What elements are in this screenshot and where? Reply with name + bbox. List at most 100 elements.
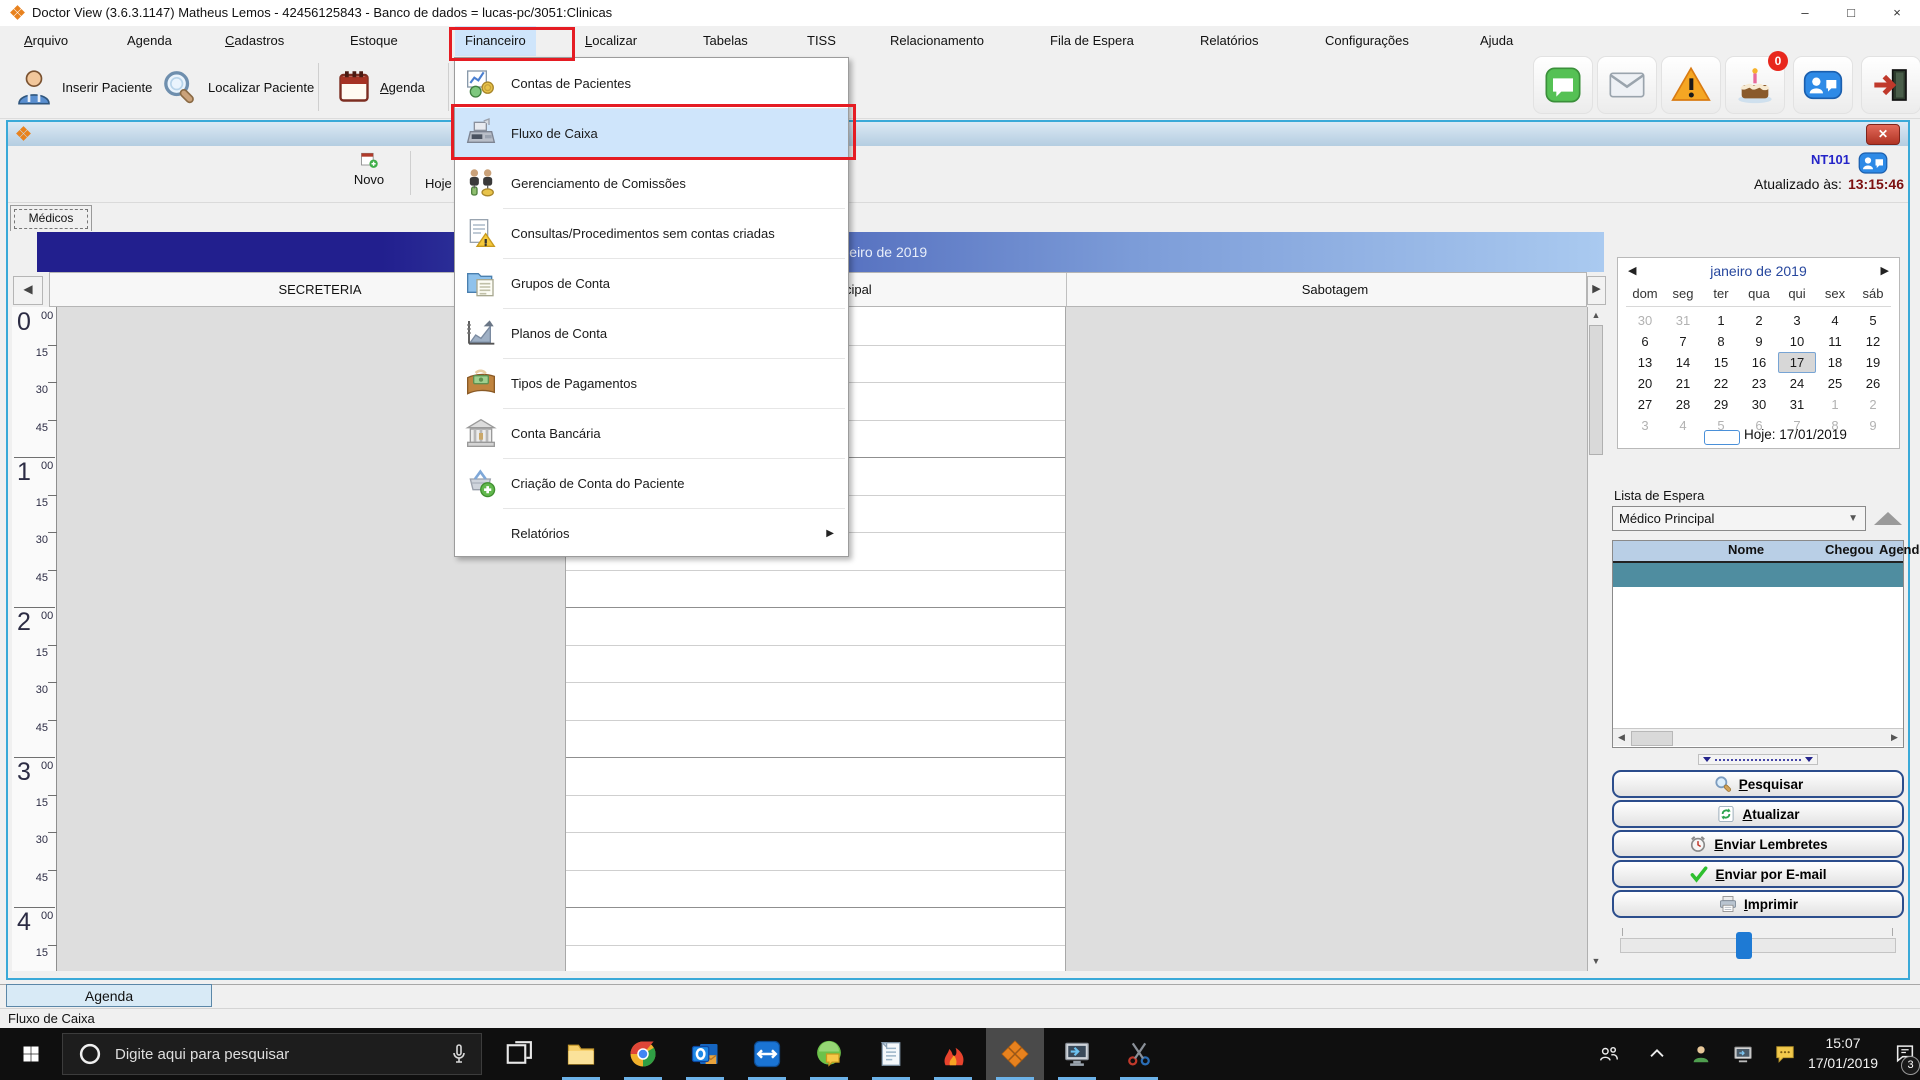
- calendar-day[interactable]: 20: [1626, 373, 1664, 394]
- collapse-panel-button[interactable]: [1874, 512, 1902, 525]
- taskbar-clock[interactable]: 15:07 17/01/2019: [1798, 1033, 1888, 1075]
- imprimir-button[interactable]: Imprimir: [1612, 890, 1904, 918]
- calendar-day[interactable]: 2: [1854, 394, 1892, 415]
- calendar-day-selected[interactable]: 17: [1778, 352, 1816, 373]
- minimize-button[interactable]: –: [1782, 0, 1828, 26]
- taskbar-chrome-icon[interactable]: [614, 1028, 672, 1080]
- horizontal-scrollbar[interactable]: ◀ ▶: [1613, 728, 1903, 746]
- calendar-day[interactable]: 22: [1702, 373, 1740, 394]
- menu-item-cria-o-de-conta-do-paciente[interactable]: Criação de Conta do Paciente: [455, 458, 848, 508]
- tray-monitor-icon[interactable]: [1732, 1043, 1754, 1065]
- calendar-day[interactable]: 25: [1816, 373, 1854, 394]
- taskbar-file-explorer-icon[interactable]: [552, 1028, 610, 1080]
- calendar-day[interactable]: 18: [1816, 352, 1854, 373]
- tab-medicos[interactable]: Médicos: [10, 205, 92, 231]
- people-chat-icon[interactable]: [1858, 148, 1888, 178]
- menu-tabelas[interactable]: Tabelas: [693, 26, 758, 56]
- calendar-day[interactable]: 9: [1854, 415, 1892, 436]
- microphone-icon[interactable]: [447, 1042, 471, 1066]
- hoje-button[interactable]: Hoje: [425, 176, 452, 191]
- calendar-day[interactable]: 31: [1664, 310, 1702, 331]
- tray-person-icon[interactable]: [1690, 1043, 1712, 1065]
- logout-icon-button[interactable]: [1861, 56, 1920, 114]
- menu-item-gerenciamento-de-comiss-es[interactable]: Gerenciamento de Comissões: [455, 158, 848, 208]
- calendar-day[interactable]: 2: [1740, 310, 1778, 331]
- scroll-up-icon[interactable]: ▲: [1588, 307, 1604, 324]
- calendar-day[interactable]: 13: [1626, 352, 1664, 373]
- calendar-day[interactable]: 3: [1778, 310, 1816, 331]
- enviar-lembretes-button[interactable]: Enviar Lembretes: [1612, 830, 1904, 858]
- waiting-list-selected-row[interactable]: [1613, 563, 1903, 587]
- menu-estoque[interactable]: Estoque: [340, 26, 408, 56]
- calendar-day[interactable]: 7: [1664, 331, 1702, 352]
- localizar-paciente-button[interactable]: Localizar Paciente: [160, 56, 314, 118]
- taskbar-search[interactable]: Digite aqui para pesquisar: [62, 1033, 482, 1075]
- zoom-slider-thumb[interactable]: [1736, 932, 1752, 959]
- menu-relacionamento[interactable]: Relacionamento: [880, 26, 994, 56]
- calendar-day[interactable]: 23: [1740, 373, 1778, 394]
- calendar-day[interactable]: 12: [1854, 331, 1892, 352]
- scroll-left-icon[interactable]: ◀: [1613, 729, 1630, 746]
- calendar-day[interactable]: 5: [1854, 310, 1892, 331]
- tray-people-icon[interactable]: [1598, 1043, 1620, 1065]
- menu-configura-es[interactable]: Configurações: [1315, 26, 1419, 56]
- calendar-day[interactable]: 19: [1854, 352, 1892, 373]
- scroll-columns-right-button[interactable]: ▶: [1587, 276, 1606, 305]
- menu-item-conta-banc-ria[interactable]: Conta Bancária: [455, 408, 848, 458]
- calendar-day[interactable]: 1: [1702, 310, 1740, 331]
- calendar-day[interactable]: 8: [1702, 331, 1740, 352]
- taskbar-notepad-icon[interactable]: [862, 1028, 920, 1080]
- menu-fila-de-espera[interactable]: Fila de Espera: [1040, 26, 1144, 56]
- calendar-day[interactable]: 6: [1626, 331, 1664, 352]
- menu-cadastros[interactable]: Cadastros: [215, 26, 294, 56]
- taskbar-task-view-icon[interactable]: [490, 1028, 548, 1080]
- panel-splitter[interactable]: [1698, 754, 1818, 765]
- menu-agenda[interactable]: Agenda: [117, 26, 182, 56]
- schedule-column-sabotagem[interactable]: [1065, 307, 1587, 971]
- menu-financeiro[interactable]: Financeiro: [455, 26, 536, 56]
- calendar-day[interactable]: 31: [1778, 394, 1816, 415]
- menu-item-relat-rios[interactable]: Relatórios▶: [455, 508, 848, 558]
- calendar-day[interactable]: 30: [1626, 310, 1664, 331]
- calendar-day[interactable]: 14: [1664, 352, 1702, 373]
- calendar-day[interactable]: 24: [1778, 373, 1816, 394]
- taskbar-outlook-icon[interactable]: [676, 1028, 734, 1080]
- calendar-day[interactable]: 3: [1626, 415, 1664, 436]
- taskbar-messenger-icon[interactable]: [800, 1028, 858, 1080]
- agenda-button[interactable]: Agenda: [336, 56, 425, 118]
- calendar-day[interactable]: 26: [1854, 373, 1892, 394]
- pesquisar-button[interactable]: Pesquisar: [1612, 770, 1904, 798]
- calendar-day[interactable]: 9: [1740, 331, 1778, 352]
- atualizar-button[interactable]: Atualizar: [1612, 800, 1904, 828]
- scroll-down-icon[interactable]: ▼: [1588, 953, 1604, 970]
- maximize-button[interactable]: □: [1828, 0, 1874, 26]
- calendar-day[interactable]: 28: [1664, 394, 1702, 415]
- menu-relat-rios[interactable]: Relatórios: [1190, 26, 1269, 56]
- menu-item-contas-de-pacientes[interactable]: Contas de Pacientes: [455, 58, 848, 108]
- menu-item-tipos-de-pagamentos[interactable]: Tipos de Pagamentos: [455, 358, 848, 408]
- calendar-next-icon[interactable]: ▶: [1881, 264, 1889, 277]
- close-button[interactable]: ×: [1874, 0, 1920, 26]
- start-button[interactable]: [0, 1028, 62, 1080]
- scroll-right-icon[interactable]: ▶: [1886, 729, 1903, 746]
- menu-item-consultas-procedimentos-sem-contas-criadas[interactable]: Consultas/Procedimentos sem contas criad…: [455, 208, 848, 258]
- menu-item-grupos-de-conta[interactable]: Grupos de Conta: [455, 258, 848, 308]
- taskbar-remote-desktop-icon[interactable]: [1048, 1028, 1106, 1080]
- taskbar-teamviewer-icon[interactable]: [738, 1028, 796, 1080]
- scrollbar-thumb[interactable]: [1589, 325, 1603, 455]
- chevron-up-icon[interactable]: [1646, 1043, 1668, 1065]
- tab-agenda-bottom[interactable]: Agenda: [6, 984, 212, 1007]
- zoom-slider-track[interactable]: [1620, 938, 1896, 953]
- menu-item-planos-de-conta[interactable]: Planos de Conta: [455, 308, 848, 358]
- tray-bubble-icon[interactable]: [1774, 1043, 1796, 1065]
- vertical-scrollbar[interactable]: ▲ ▼: [1587, 307, 1604, 971]
- close-agenda-icon[interactable]: ✕: [1866, 124, 1900, 145]
- calendar-day[interactable]: 16: [1740, 352, 1778, 373]
- menu-tiss[interactable]: TISS: [797, 26, 846, 56]
- inserir-paciente-button[interactable]: Inserir Paciente: [14, 56, 152, 118]
- enviar-por-e-mail-button[interactable]: Enviar por E-mail: [1612, 860, 1904, 888]
- taskbar-kingsoft-icon[interactable]: [924, 1028, 982, 1080]
- taskbar-snipping-icon[interactable]: [1110, 1028, 1168, 1080]
- people-chat-icon-button[interactable]: [1793, 56, 1853, 114]
- calendar-day[interactable]: 29: [1702, 394, 1740, 415]
